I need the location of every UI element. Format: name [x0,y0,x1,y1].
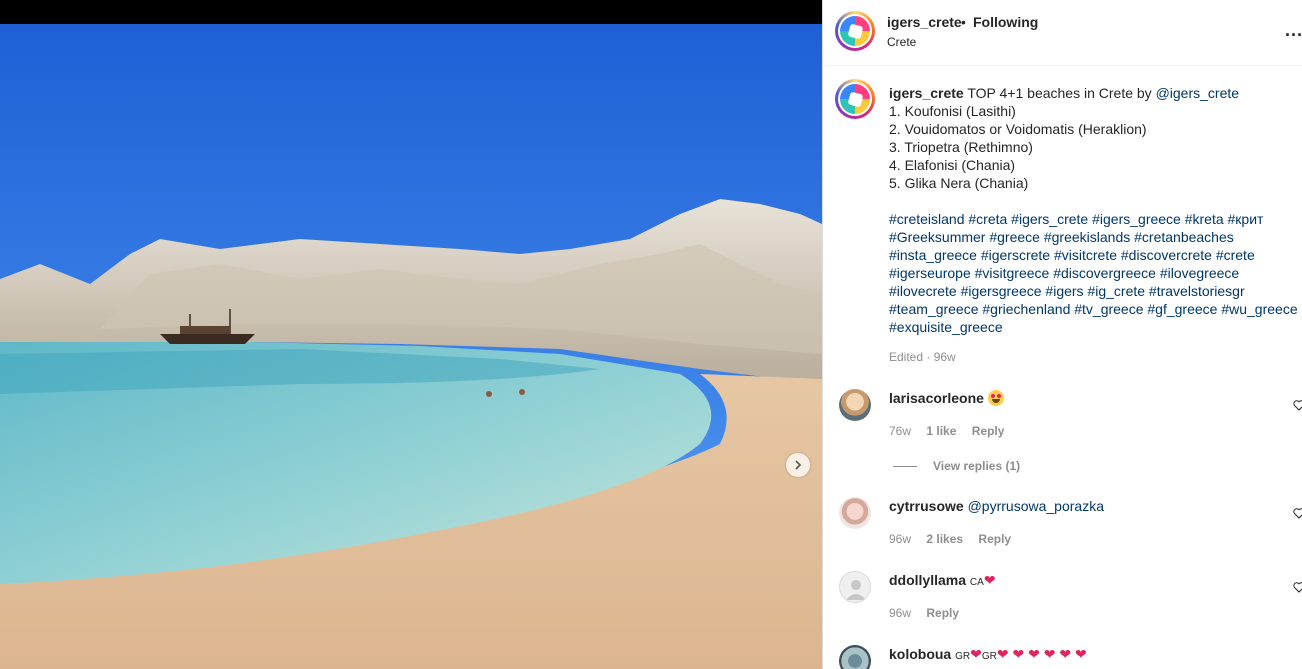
comment-text: larisacorleone [889,390,1004,406]
flag-text: GR [981,651,997,662]
comment-username[interactable]: koloboua [889,646,951,662]
author-username[interactable]: igers_crete [887,14,962,30]
author-avatar[interactable] [835,11,875,51]
edited-timestamp: Edited · 96w [889,350,956,364]
default-avatar-icon[interactable] [839,571,871,603]
caption: igers_crete TOP 4+1 beaches in Crete by … [889,84,1298,336]
comment-meta: 96w 2 likes Reply [889,532,1023,546]
more-options-icon[interactable]: ... [1285,20,1302,41]
flag-text: GR [955,651,971,662]
hashtags: #creteisland #creta #igers_crete #igers_… [889,210,1298,336]
comment-meta: 76w 1 like Reply [889,424,1016,438]
star-struck-emoji-icon [987,390,1004,406]
comment-username[interactable]: cytrrusowe [889,498,964,514]
caption-avatar[interactable] [835,79,875,119]
comment-time: 76w [889,424,912,438]
reply-button[interactable]: Reply [978,532,1011,546]
caption-title: TOP 4+1 beaches in Crete by [967,85,1156,101]
post-photo[interactable] [0,24,822,669]
post-header: igers_crete • Following Crete ... [823,0,1302,66]
list-item: 1. Koufonisi (Lasithi) [889,103,1016,119]
view-replies-button[interactable]: View replies (1) [893,459,1020,473]
hashtag-line[interactable]: #igerseurope #visitgreece #discovergreec… [889,265,1239,281]
caption-mention[interactable]: @igers_crete [1156,85,1239,101]
hashtag-line[interactable]: #Greeksummer #greece #greekislands #cret… [889,229,1234,245]
like-heart-icon[interactable] [1293,399,1302,411]
red-heart-icon: ❤ ❤ ❤ ❤ ❤ ❤ [996,646,1087,662]
flag-text: CA [969,577,984,588]
hashtag-line[interactable]: #insta_greece #igerscrete #visitcrete #d… [889,247,1255,263]
like-heart-icon[interactable] [1293,581,1302,593]
media-top-bar [0,0,822,24]
brand-logo-icon [840,16,870,46]
comment-time: 96w [889,606,912,620]
commenter-avatar[interactable] [839,497,871,529]
comment-time: 96w [889,532,912,546]
list-item: 4. Elafonisi (Chania) [889,157,1016,173]
list-item: 5. Glika Nera (Chania) [889,175,1029,191]
comment-meta: 96w Reply [889,606,971,620]
caption-username[interactable]: igers_crete [889,85,964,101]
commenter-avatar[interactable] [839,389,871,421]
following-button[interactable]: Following [973,14,1038,30]
list-item: 3. Triopetra (Rethimno) [889,139,1033,155]
reply-button[interactable]: Reply [972,424,1005,438]
comment-username[interactable]: larisacorleone [889,390,984,406]
comment-mention[interactable]: @pyrrusowa_porazka [968,498,1104,514]
post-side-panel: igers_crete • Following Crete ... igers_… [822,0,1302,669]
location-link[interactable]: Crete [887,35,916,49]
comment-text: ddollyllama CA❤ [889,572,996,589]
comment-text: koloboua GR❤GR❤ ❤ ❤ ❤ ❤ ❤ [889,646,1087,663]
list-item: 2. Vouidomatos or Voidomatis (Heraklion) [889,121,1147,137]
divider [893,465,917,467]
hashtag-line[interactable]: #exquisite_greece [889,319,1003,335]
chevron-right-icon [795,460,802,470]
next-photo-button[interactable] [786,453,810,477]
red-heart-icon: ❤ [983,572,996,588]
comment-likes[interactable]: 1 like [926,424,956,438]
brand-logo-icon [840,84,870,114]
red-heart-icon: ❤ [970,646,982,662]
separator-dot: • [961,14,966,30]
like-heart-icon[interactable] [1293,507,1302,519]
beach-photo [0,24,822,669]
hashtag-line[interactable]: #ilovecrete #igersgreece #igers #ig_cret… [889,283,1245,299]
comment-username[interactable]: ddollyllama [889,572,966,588]
commenter-avatar[interactable] [839,645,871,669]
hashtag-line[interactable]: #creteisland #creta #igers_crete #igers_… [889,211,1263,227]
comment-likes[interactable]: 2 likes [926,532,963,546]
hashtag-line[interactable]: #team_greece #griechenland #tv_greece #g… [889,301,1298,317]
comment-text: cytrrusowe @pyrrusowa_porazka [889,498,1104,514]
reply-button[interactable]: Reply [926,606,959,620]
view-replies-label: View replies (1) [933,459,1021,473]
